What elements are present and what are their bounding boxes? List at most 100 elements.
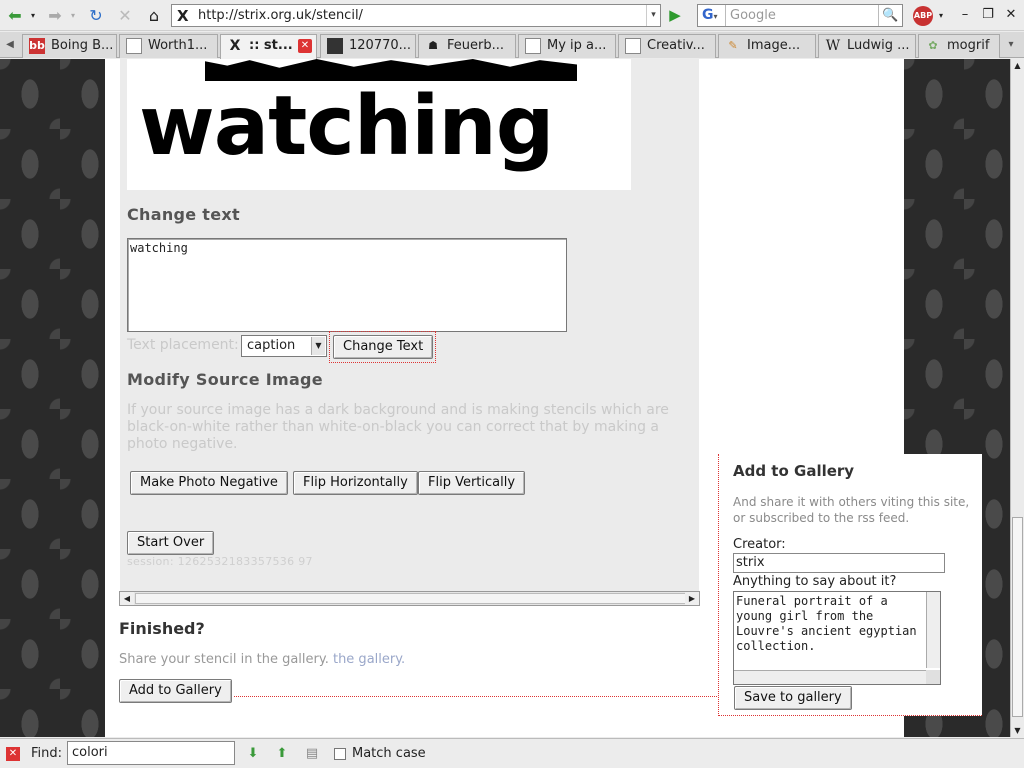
comment-vertical-scrollbar[interactable] [926,592,940,668]
back-history-dropdown-icon[interactable]: ▾ [28,4,38,26]
gallery-panel-title: Add to Gallery [733,462,855,480]
flip-horizontal-button[interactable]: Flip Horizontally [293,471,418,495]
start-over-button[interactable]: Start Over [127,531,215,555]
tab-stencil[interactable]: X :: st... ✕ [220,34,317,59]
find-next-icon[interactable]: ⬇ [245,746,261,762]
scrollbar-corner [926,670,940,684]
tab-creative[interactable]: Creativ... [618,34,716,58]
adblock-icon[interactable]: ABP [913,6,933,26]
image-thumbnail-icon [327,38,343,54]
scroll-down-icon[interactable]: ▼ [1011,724,1024,737]
restore-icon[interactable]: ❐ [978,6,998,24]
reload-icon[interactable]: ↻ [85,4,107,26]
page-icon [126,38,142,54]
window-close-icon[interactable]: ✕ [1001,6,1021,24]
tab-label: Image... [747,38,801,53]
navigation-toolbar: ⬅ ▾ ➡ ▾ ↻ ✕ ⌂ X http://strix.org.uk/sten… [0,0,1024,31]
adblock-dropdown-icon[interactable]: ▾ [936,4,946,26]
boingboing-favicon-icon: bb [29,38,45,54]
session-id: session: 1262532183357536 97 [127,555,313,568]
comment-horizontal-scrollbar[interactable] [734,670,926,684]
stencil-image: watching [127,59,631,190]
back-icon[interactable]: ⬅ [4,4,26,26]
find-close-icon[interactable]: ✕ [6,747,20,761]
tab-worth[interactable]: Worth1... [119,34,218,58]
url-dropdown-icon[interactable]: ▾ [646,5,660,26]
tab-label: Worth1... [148,38,208,53]
find-label: Find: [31,746,63,761]
home-icon[interactable]: ⌂ [143,4,165,26]
flip-vertical-button[interactable]: Flip Vertically [418,471,526,495]
editor-horizontal-scrollbar[interactable]: ◀ ▶ [119,591,700,606]
find-bar: ✕ Find: colori ⬇ ⬆ ▤ Match case [0,738,1024,768]
finished-description: Share your stencil in the gallery. [119,652,329,667]
tab-my-ip[interactable]: My ip a... [518,34,616,58]
tab-label: My ip a... [547,38,607,53]
modify-source-help: If your source image has a dark backgrou… [127,402,669,452]
tab-scroll-left-icon[interactable]: ◀ [2,34,18,56]
tab-image-120770[interactable]: 120770... [320,34,416,58]
tab-label: Creativ... [647,38,705,53]
text-placement-label: Text placement: [127,337,239,353]
add-to-gallery-panel: Add to Gallery And share it with others … [718,454,982,716]
search-box[interactable]: G▾ Google 🔍 [697,4,903,27]
tab-feuerbach[interactable]: ☗ Feuerb... [418,34,516,58]
scroll-left-icon[interactable]: ◀ [120,592,134,605]
scroll-right-icon[interactable]: ▶ [685,592,699,605]
page-icon [625,38,641,54]
stencil-text-input[interactable]: watching [127,238,567,332]
stop-icon[interactable]: ✕ [114,4,136,26]
comment-textarea[interactable]: Funeral portrait of a young girl from th… [733,591,941,685]
match-case-label: Match case [352,746,426,761]
wand-favicon-icon: ✎ [728,39,738,52]
change-text-focus-outline: Change Text [329,331,436,363]
placement-selected-value: caption [247,338,296,353]
text-placement-select[interactable]: caption ▼ [241,335,327,357]
photo-negative-button[interactable]: Make Photo Negative [130,471,288,495]
gallery-link[interactable]: the gallery. [333,652,405,667]
forward-history-dropdown-icon[interactable]: ▾ [68,4,78,26]
modify-source-heading: Modify Source Image [127,370,323,389]
tab-bar: ◀ bb Boing B... Worth1... X :: st... ✕ 1… [0,32,1024,59]
url-text: http://strix.org.uk/stencil/ [198,8,363,23]
tab-image[interactable]: ✎ Image... [718,34,816,58]
page-vertical-scrollbar[interactable]: ▲ ▼ [1010,59,1024,737]
tab-close-icon[interactable]: ✕ [298,39,312,53]
search-icon[interactable]: 🔍 [878,5,902,26]
chevron-down-icon[interactable]: ▼ [311,337,325,355]
scrollbar-thumb[interactable] [135,593,688,604]
save-to-gallery-button[interactable]: Save to gallery [734,686,852,710]
change-text-button[interactable]: Change Text [333,335,434,359]
url-bar[interactable]: X http://strix.org.uk/stencil/ ▾ [171,4,661,27]
tab-label: Feuerb... [447,38,504,53]
tab-label: 120770... [349,38,412,53]
tab-list-dropdown-icon[interactable]: ▾ [1003,34,1019,56]
tab-mogrify[interactable]: ✿ mogrif [918,34,1000,58]
tab-boing-boing[interactable]: bb Boing B... [22,34,117,58]
highlight-all-icon[interactable]: ▤ [304,746,320,762]
tab-ludwig[interactable]: W Ludwig ... [818,34,916,58]
find-previous-icon[interactable]: ⬆ [274,746,290,762]
match-case-checkbox[interactable] [334,748,346,760]
creator-field[interactable]: strix [733,553,945,573]
page-scrollbar-thumb[interactable] [1012,517,1023,717]
tab-label: mogrif [947,38,990,53]
scroll-up-icon[interactable]: ▲ [1011,59,1024,72]
site-favicon-icon: X [177,7,189,25]
stencil-word: watching [139,79,554,174]
minimize-icon[interactable]: – [955,6,975,24]
stencil-editor: watching Change text watching Text place… [120,59,699,592]
mogrify-favicon-icon: ✿ [928,39,938,52]
tab-label: :: st... [249,38,293,53]
tab-label: Boing B... [51,38,114,53]
finished-heading: Finished? [119,619,205,638]
go-icon[interactable]: ▶ [665,5,685,25]
damask-background-left [0,59,105,737]
creator-label: Creator: [733,537,786,552]
forward-icon[interactable]: ➡ [44,4,66,26]
google-engine-icon[interactable]: G▾ [698,5,726,26]
add-to-gallery-button[interactable]: Add to Gallery [119,679,232,703]
feuerbach-favicon-icon: ☗ [428,39,438,52]
find-input[interactable]: colori [67,741,235,765]
finished-text: Share your stencil in the gallery. the g… [119,652,405,667]
